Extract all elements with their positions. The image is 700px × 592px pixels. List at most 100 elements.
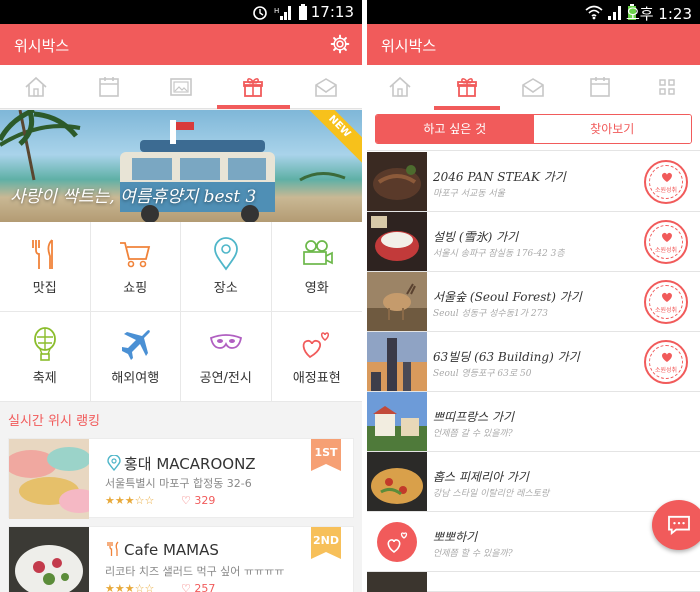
left-phone-screen: H 17:13 위시박스 사랑이 싹트는, 여름휴양지 best 3 NEW 맛… [0,0,362,592]
mail-icon [522,78,545,97]
building-photo [367,332,427,391]
map-pin-icon [107,454,121,472]
balloon-icon [33,327,56,361]
giftbox-icon [456,78,477,97]
item-title: 쁘띠프랑스 가기 [433,410,515,424]
app-title: 위시박스 [381,37,437,55]
category-label: 영화 [304,281,329,296]
rank-badge: 1ST [311,439,341,471]
segmented-control: 하고 싶은 것 찾아보기 [375,114,692,144]
heart-icon [662,232,672,242]
category-affection[interactable]: 애정표현 [271,312,362,402]
status-bar: 오후 1:23 [367,0,700,24]
heart-icon: ♡ [181,494,195,507]
status-time: 오후 1:23 [625,5,692,23]
ranking-card[interactable]: 홍대 MACAROONZ 서울특별시 마포구 합정동 32-6 ★★★☆☆ ♡ … [8,438,354,519]
kiss-category-avatar [377,522,417,562]
app-bar: 위시박스 [367,24,700,65]
item-subtitle: Seoul 성동구 성수동1가 273 [433,309,549,319]
category-shopping[interactable]: 쇼핑 [90,222,181,312]
tab-grid[interactable] [633,65,700,109]
tab-gallery[interactable] [145,65,217,108]
tab-calendar[interactable] [567,65,634,109]
chat-fab-button[interactable] [652,500,700,550]
tab-mail[interactable] [290,65,362,108]
wish-complete-stamp: 소원성취 [644,340,688,384]
status-time: 17:13 [310,3,354,21]
village-photo [367,392,427,451]
fork-knife-icon [107,541,119,556]
category-label: 맛집 [32,281,57,296]
category-restaurant[interactable]: 맛집 [0,222,91,312]
status-bar: H 17:13 [0,0,362,24]
item-title: 63빌딩 (63 Building) 가기 [433,350,580,364]
segment-wishlist[interactable]: 하고 싶은 것 [376,115,534,143]
category-label: 애정표현 [292,371,341,386]
fork-knife-icon [31,239,53,269]
category-label: 축제 [32,371,57,386]
macaron-photo [9,439,89,519]
list-item[interactable]: 설빙 (雪氷) 가기 서울시 송파구 잠실동 176-42 3층 소원성취 [367,212,700,272]
segment-browse[interactable]: 찾아보기 [533,115,691,143]
signal-icon: H [274,6,291,20]
hearts-icon [387,532,408,553]
list-item-partial[interactable] [367,572,700,592]
rating-stars: ★★★☆☆ [105,494,155,507]
item-subtitle: 강남 스타일 이탈리안 레스토랑 [433,489,550,499]
heart-icon [662,292,672,302]
calendar-icon [590,77,610,97]
salad-photo [9,527,89,592]
item-title: 홉스 피제리아 가기 [433,470,529,484]
tab-mail[interactable] [500,65,567,109]
battery-icon [299,4,307,20]
top-tab-bar [0,65,362,109]
list-item[interactable]: 서울숲 (Seoul Forest) 가기 Seoul 성동구 성수동1가 27… [367,272,700,332]
item-subtitle: 마포구 서교동 서울 [433,189,505,199]
airplane-icon [122,330,151,360]
ranking-card[interactable]: Cafe MAMAS 리코타 치즈 샐러드 먹구 싶어 ㅠㅠㅠㅠ ★★★☆☆ ♡… [8,526,354,592]
category-label: 해외여행 [111,371,160,386]
tab-home[interactable] [367,65,434,109]
alarm-icon [253,6,267,20]
tab-wishbox[interactable] [217,65,291,109]
tab-calendar[interactable] [72,65,144,108]
tab-home[interactable] [0,65,72,108]
home-icon [25,76,47,97]
list-item[interactable]: 뽀뽀하기 언제쯤 할 수 있을까? [367,512,700,572]
rank-badge: 2ND [311,527,341,559]
category-festival[interactable]: 축제 [0,312,91,402]
item-subtitle: 언제쯤 갈 수 있을까? [433,429,513,439]
ranking-title: 실시간 위시 랭킹 [8,414,100,429]
category-performance[interactable]: 공연/전시 [181,312,272,402]
list-item[interactable]: 63빌딩 (63 Building) 가기 Seoul 영등포구 63로 50 … [367,332,700,392]
home-icon [389,76,411,97]
wish-complete-stamp: 소원성취 [644,280,688,324]
list-item[interactable]: 2046 PAN STEAK 가기 마포구 서교동 서울 소원성취 [367,152,700,212]
like-count: ♡ 257 [181,582,215,592]
heart-icon [662,352,672,362]
map-pin-icon [213,237,238,271]
svg-text:H: H [274,7,279,15]
category-place[interactable]: 장소 [181,222,272,312]
category-travel[interactable]: 해외여행 [90,312,181,402]
item-subtitle: 서울시 송파구 잠실동 176-42 3층 [433,249,565,259]
category-movie[interactable]: 영화 [271,222,362,312]
ranking-address: 서울특별시 마포구 합정동 32-6 [105,477,252,490]
item-photo [367,572,427,592]
promo-banner[interactable]: 사랑이 싹트는, 여름휴양지 best 3 NEW [0,110,362,222]
ranking-address: 리코타 치즈 샐러드 먹구 싶어 ㅠㅠㅠㅠ [105,565,285,578]
grid-icon [658,79,675,95]
wish-complete-stamp: 소원성취 [644,160,688,204]
tab-wishbox[interactable] [433,65,501,110]
hearts-icon [302,332,329,359]
list-item[interactable]: 쁘띠프랑스 가기 언제쯤 갈 수 있을까? [367,392,700,452]
heart-icon [662,172,672,182]
gear-icon[interactable] [330,34,350,54]
steak-photo [367,152,427,211]
item-title: 서울숲 (Seoul Forest) 가기 [433,290,582,304]
list-item[interactable]: 홉스 피제리아 가기 강남 스타일 이탈리안 레스토랑 [367,452,700,512]
deer-photo [367,272,427,331]
top-tab-bar [367,65,700,110]
giftbox-icon [243,77,264,97]
wifi-icon [585,5,603,20]
